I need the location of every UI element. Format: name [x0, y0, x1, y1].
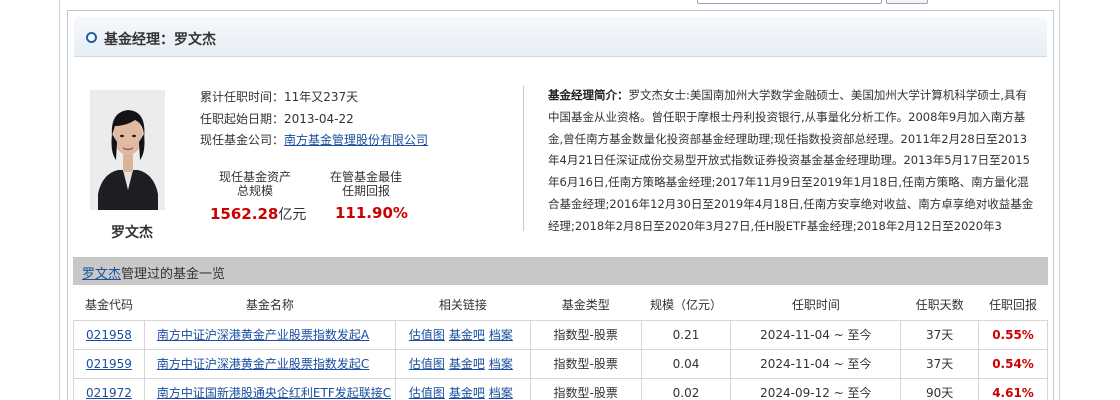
- tenure-period: 2024-09-12 ~ 至今: [730, 377, 902, 400]
- manager-name-link[interactable]: 罗文杰: [82, 267, 121, 282]
- col-header-period: 任职时间: [730, 290, 901, 321]
- fund-forum-link[interactable]: 基金吧: [449, 386, 485, 400]
- panel-header: 基金经理：罗文杰: [74, 17, 1047, 57]
- assets-label: 现任基金资产 总规模: [205, 170, 305, 198]
- manager-bio: 基金经理简介：罗文杰女士:美国南加州大学数学金融硕士、美国加州大学计算机科学硕士…: [548, 85, 1038, 237]
- vertical-divider: [523, 86, 524, 231]
- fund-code-link[interactable]: 021959: [86, 357, 132, 371]
- best-return-value: 111.90%: [335, 204, 408, 222]
- tenure-days: 37天: [900, 319, 980, 350]
- assets-value-line: 1562.28亿元: [210, 204, 306, 224]
- fund-type: 指数型-股票: [529, 319, 642, 350]
- fund-code-link[interactable]: 021958: [86, 328, 132, 342]
- fund-forum-link[interactable]: 基金吧: [449, 328, 485, 342]
- col-header-days: 任职天数: [900, 290, 979, 321]
- assets-label-line2: 总规模: [236, 184, 273, 198]
- fund-scale: 0.21: [640, 319, 732, 350]
- fund-list-title-suffix: 管理过的基金一览: [121, 267, 226, 282]
- fund-code-link[interactable]: 021972: [86, 386, 132, 400]
- col-header-code: 基金代码: [73, 290, 145, 321]
- fund-list-header: 罗文杰管理过的基金一览: [73, 257, 1048, 285]
- manager-name: 罗文杰: [111, 225, 153, 241]
- manager-portrait-image: [90, 90, 165, 210]
- table-row: 021958 南方中证沪深港黄金产业股票指数发起A 估值图 基金吧 档案 指数型-股…: [73, 319, 1048, 350]
- top-search-button[interactable]: [886, 0, 928, 4]
- assets-value: 1562.28: [210, 205, 279, 223]
- fund-scale: 0.02: [640, 377, 732, 400]
- bio-text: 罗文杰女士:美国南加州大学数学金融硕士、美国加州大学计算机科学硕士,具有中国基金…: [548, 88, 1034, 233]
- col-header-scale: 规模（亿元）: [641, 290, 731, 321]
- col-header-links: 相关链接: [395, 290, 531, 321]
- tenure-return: 0.55%: [978, 319, 1048, 350]
- fund-profile-link[interactable]: 档案: [489, 386, 513, 400]
- fund-name-link[interactable]: 南方中证沪深港黄金产业股票指数发起C: [157, 357, 369, 371]
- tenure-days: 90天: [900, 377, 980, 400]
- table-row: 021959 南方中证沪深港黄金产业股票指数发起C 估值图 基金吧 档案 指数型-股…: [73, 348, 1048, 379]
- fund-forum-link[interactable]: 基金吧: [449, 357, 485, 371]
- company-link[interactable]: 南方基金管理股份有限公司: [284, 133, 428, 147]
- valuation-chart-link[interactable]: 估值图: [409, 357, 445, 371]
- return-label-line1: 在管基金最佳: [329, 170, 402, 184]
- return-label: 在管基金最佳 任期回报: [316, 170, 416, 198]
- table-row: 021972 南方中证国新港股通央企红利ETF发起联接C 估值图 基金吧 档案 指数…: [73, 377, 1048, 400]
- tenure-return: 0.54%: [978, 348, 1048, 379]
- company-line: 现任基金公司：南方基金管理股份有限公司: [200, 131, 428, 148]
- bio-label: 基金经理简介：: [548, 88, 629, 102]
- fund-table: 基金代码 基金名称 相关链接 基金类型 规模（亿元） 任职时间 任职天数 任职回…: [73, 290, 1048, 400]
- valuation-chart-link[interactable]: 估值图: [409, 328, 445, 342]
- tenure-return: 4.61%: [978, 377, 1048, 400]
- assets-label-line1: 现任基金资产: [218, 170, 291, 184]
- fund-profile-link[interactable]: 档案: [489, 328, 513, 342]
- tenure-text: 累计任职时间：11年又237天: [200, 90, 359, 104]
- fund-list-title: 罗文杰管理过的基金一览: [82, 263, 225, 282]
- top-search-input[interactable]: [697, 0, 882, 4]
- tenure-period: 2024-11-04 ~ 至今: [730, 348, 902, 379]
- fund-scale: 0.04: [640, 348, 732, 379]
- assets-unit: 亿元: [278, 207, 307, 223]
- fund-name-link[interactable]: 南方中证国新港股通央企红利ETF发起联接C: [157, 386, 391, 400]
- fund-type: 指数型-股票: [529, 348, 642, 379]
- panel-title: 基金经理：罗文杰: [104, 32, 216, 48]
- fund-type: 指数型-股票: [529, 377, 642, 400]
- col-header-return: 任职回报: [978, 290, 1048, 321]
- fund-name-link[interactable]: 南方中证沪深港黄金产业股票指数发起A: [157, 328, 369, 342]
- start-date-text: 任职起始日期：2013-04-22: [200, 112, 354, 126]
- return-label-line2: 任期回报: [341, 184, 390, 198]
- fund-profile-link[interactable]: 档案: [489, 357, 513, 371]
- table-header-row: 基金代码 基金名称 相关链接 基金类型 规模（亿元） 任职时间 任职天数 任职回…: [73, 290, 1048, 321]
- tenure-period: 2024-11-04 ~ 至今: [730, 319, 902, 350]
- circle-bullet-icon: [86, 32, 97, 43]
- company-label: 现任基金公司：: [200, 133, 285, 147]
- valuation-chart-link[interactable]: 估值图: [409, 386, 445, 400]
- tenure-days: 37天: [900, 348, 980, 379]
- col-header-name: 基金名称: [144, 290, 396, 321]
- manager-photo: [90, 90, 165, 210]
- col-header-type: 基金类型: [530, 290, 642, 321]
